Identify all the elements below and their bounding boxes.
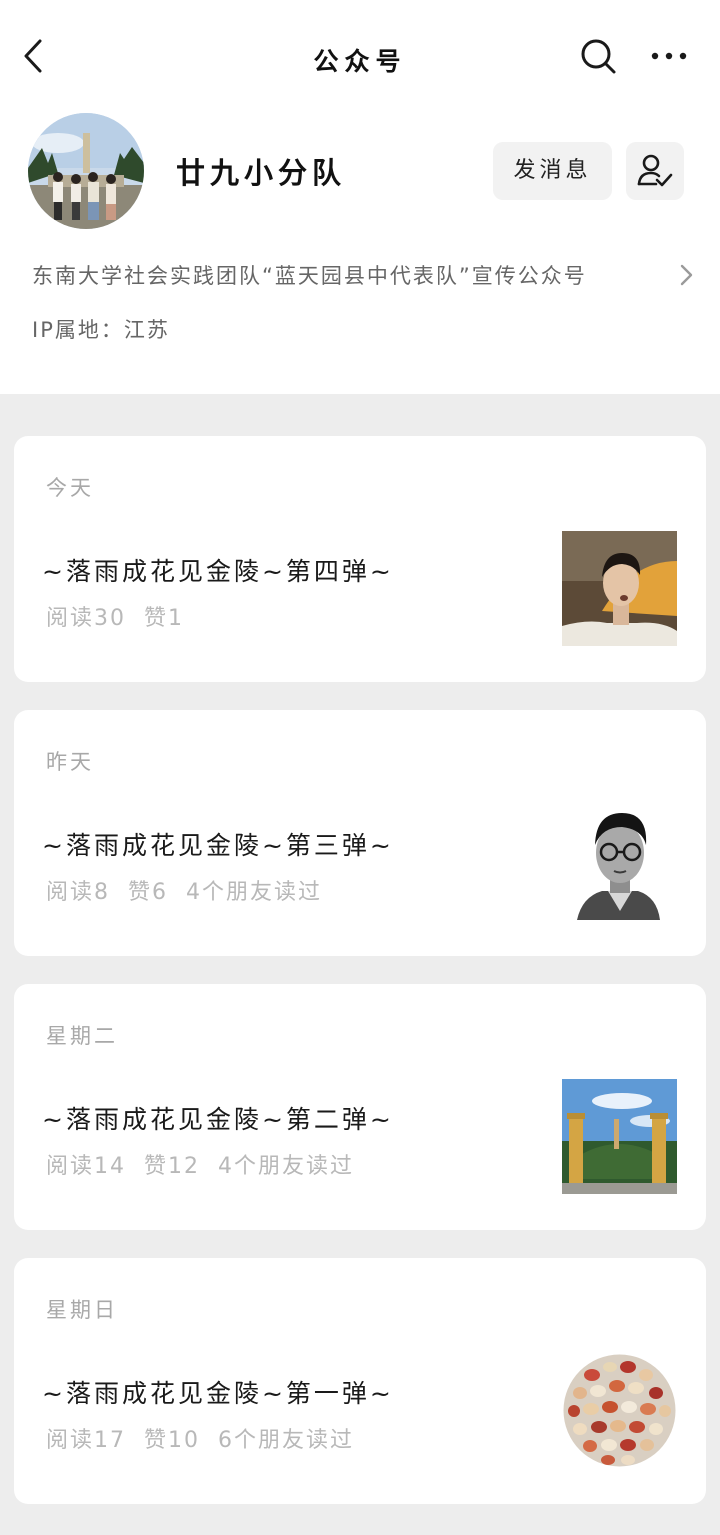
- article-title[interactable]: ~落雨成花见金陵~第三弹~: [42, 826, 394, 862]
- follow-status-button[interactable]: [626, 142, 684, 200]
- like-count: 赞1: [144, 606, 184, 631]
- ip-location: IP属地：江苏: [32, 318, 170, 342]
- account-description-row[interactable]: 东南大学社会实践团队“蓝天园县中代表队”宣传公众号: [32, 258, 702, 292]
- read-count: 阅读14: [46, 1154, 126, 1179]
- account-description: 东南大学社会实践团队“蓝天园县中代表队”宣传公众号: [32, 264, 587, 288]
- article-card[interactable]: 昨天 ~落雨成花见金陵~第三弹~ 阅读8 赞6 4个朋友读过: [14, 710, 706, 956]
- account-profile: 公众号 廿九小分队 发消息 东南大学社会实践团队“蓝天园县中代表队”宣传公众号 …: [0, 0, 720, 394]
- search-icon: [581, 39, 616, 74]
- article-title[interactable]: ~落雨成花见金陵~第四弹~: [42, 552, 394, 588]
- article-stats: 阅读14 赞12 4个朋友读过: [46, 1148, 372, 1180]
- article-stats: 阅读30 赞1: [46, 600, 220, 632]
- article-date: 星期日: [46, 1298, 118, 1322]
- article-date: 今天: [46, 476, 94, 500]
- article-thumbnail[interactable]: [562, 1079, 677, 1194]
- navigation-bar: 公众号: [0, 22, 720, 92]
- article-date: 昨天: [46, 750, 94, 774]
- article-date: 星期二: [46, 1024, 118, 1048]
- read-count: 阅读8: [46, 880, 110, 905]
- article-title[interactable]: ~落雨成花见金陵~第二弹~: [42, 1100, 394, 1136]
- group-photo-image: [28, 113, 144, 229]
- chevron-right-icon: [680, 264, 693, 286]
- friends-read: 4个朋友读过: [218, 1154, 354, 1179]
- article-thumbnail[interactable]: [562, 805, 677, 920]
- article-title[interactable]: ~落雨成花见金陵~第一弹~: [42, 1374, 394, 1410]
- followed-user-icon: [637, 154, 673, 187]
- article-stats: 阅读8 赞6 4个朋友读过: [46, 874, 340, 906]
- account-name: 廿九小分队: [176, 156, 347, 190]
- portrait-thumbnail-image: [562, 531, 677, 646]
- article-card[interactable]: 今天 ~落雨成花见金陵~第四弹~ 阅读30 赞1: [14, 436, 706, 682]
- like-count: 赞6: [128, 880, 168, 905]
- rain-flower-stones-thumbnail-image: [562, 1353, 677, 1468]
- more-icon: [651, 52, 687, 60]
- article-thumbnail[interactable]: [562, 1353, 677, 1468]
- search-button[interactable]: [578, 36, 618, 76]
- read-count: 阅读30: [46, 606, 126, 631]
- friends-read: 6个朋友读过: [218, 1428, 354, 1453]
- account-avatar[interactable]: [28, 113, 144, 229]
- article-thumbnail[interactable]: [562, 531, 677, 646]
- friends-read: 4个朋友读过: [186, 880, 322, 905]
- like-count: 赞12: [144, 1154, 200, 1179]
- memorial-towers-thumbnail-image: [562, 1079, 677, 1194]
- read-count: 阅读17: [46, 1428, 126, 1453]
- send-message-button[interactable]: 发消息: [493, 142, 612, 200]
- bw-portrait-thumbnail-image: [562, 805, 677, 920]
- article-stats: 阅读17 赞10 6个朋友读过: [46, 1422, 372, 1454]
- more-button[interactable]: [648, 36, 690, 76]
- article-card[interactable]: 星期日 ~落雨成花见金陵~第一弹~ 阅读17 赞10 6个朋友读过: [14, 1258, 706, 1504]
- like-count: 赞10: [144, 1428, 200, 1453]
- status-bar: [0, 0, 720, 10]
- article-card[interactable]: 星期二 ~落雨成花见金陵~第二弹~ 阅读14 赞12 4个朋友读过: [14, 984, 706, 1230]
